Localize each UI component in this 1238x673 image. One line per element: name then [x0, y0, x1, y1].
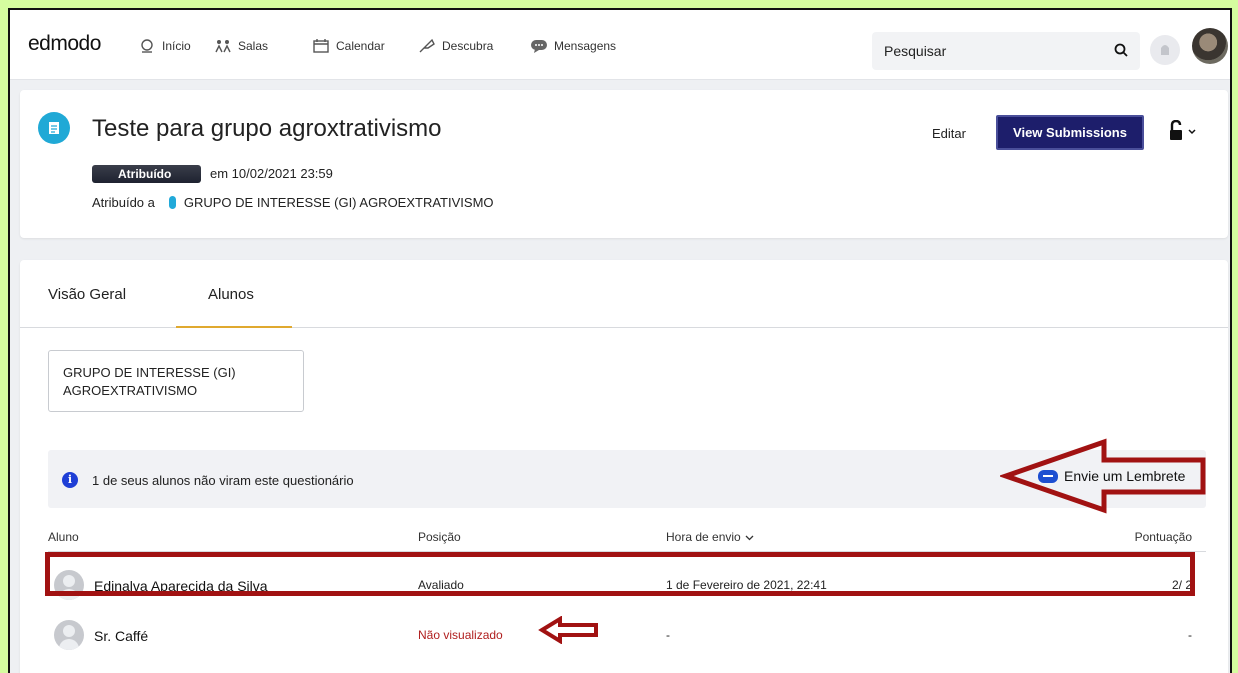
search-box[interactable] — [872, 32, 1140, 70]
tabs-bar: Visão Geral Alunos — [20, 260, 1228, 328]
edit-button[interactable]: Editar — [932, 126, 966, 141]
sort-chevron-icon — [745, 535, 754, 540]
nav-calendar[interactable]: Calendar — [312, 38, 385, 54]
nav-classes[interactable]: Salas — [214, 38, 268, 54]
view-submissions-button[interactable]: View Submissions — [996, 115, 1144, 150]
nav-calendar-label: Calendar — [336, 39, 385, 53]
nav-home-label: Início — [162, 39, 191, 53]
student-sent-time: - — [666, 628, 670, 642]
calendar-icon — [313, 39, 329, 53]
group-selector-line1: GRUPO DE INTERESSE (GI) — [63, 365, 236, 380]
assigned-to-label: Atribuído a — [92, 195, 155, 210]
top-navigation-bar: edmodo Início Salas Calendar Descubra Me… — [10, 10, 1230, 80]
nav-classes-label: Salas — [238, 39, 269, 53]
assignment-title: Teste para grupo agroxtrativismo — [92, 115, 442, 142]
header-sent-time-label: Hora de envio — [666, 530, 741, 544]
edmodo-logo[interactable]: edmodo — [28, 32, 101, 56]
due-date: em 10/02/2021 23:59 — [210, 166, 333, 181]
discover-icon — [419, 38, 435, 53]
nav-messages[interactable]: Mensagens — [530, 38, 616, 54]
user-avatar[interactable] — [1192, 28, 1228, 64]
header-student: Aluno — [48, 530, 79, 544]
assigned-to-line: Atribuído a GRUPO DE INTERESSE (GI) AGRO… — [92, 195, 494, 210]
nav-discover-label: Descubra — [442, 39, 494, 53]
table-row[interactable]: Sr. Caffé Não visualizado - - — [48, 612, 1206, 658]
student-score: - — [1188, 628, 1192, 642]
group-selector-line2: AGROEXTRATIVISMO — [63, 383, 198, 398]
lock-menu-button[interactable] — [1168, 120, 1196, 142]
bell-icon — [1161, 45, 1169, 55]
header-position: Posição — [418, 530, 461, 544]
unlock-icon — [1170, 120, 1182, 140]
assigned-group-link[interactable]: GRUPO DE INTERESSE (GI) AGROEXTRATIVISMO — [184, 195, 494, 210]
classes-icon — [215, 40, 231, 53]
home-icon — [141, 39, 153, 53]
group-color-icon — [168, 196, 176, 209]
search-input[interactable] — [884, 43, 1094, 59]
notice-text: 1 de seus alunos não viram este question… — [92, 473, 354, 488]
tab-students[interactable]: Alunos — [208, 286, 254, 303]
header-sent-time[interactable]: Hora de envio — [666, 530, 754, 544]
notifications-button[interactable] — [1150, 35, 1180, 65]
highlight-box-annotation — [45, 552, 1195, 596]
header-score: Pontuação — [1134, 530, 1192, 544]
messages-icon — [531, 40, 547, 53]
group-selector[interactable]: GRUPO DE INTERESSE (GI) AGROEXTRATIVISMO — [48, 350, 304, 412]
active-tab-indicator — [176, 326, 292, 328]
nav-messages-label: Mensagens — [554, 39, 617, 53]
chevron-down-icon — [1188, 129, 1196, 135]
student-position: Não visualizado — [418, 628, 503, 642]
arrow-annotation-reminder — [1000, 438, 1206, 514]
table-header: Aluno Posição Hora de envio Pontuação — [48, 522, 1206, 552]
info-icon: i — [62, 472, 78, 488]
nav-discover[interactable]: Descubra — [418, 38, 493, 54]
student-avatar — [54, 620, 84, 650]
status-badge: Atribuído — [92, 165, 201, 183]
nav-home[interactable]: Início — [138, 38, 191, 54]
search-icon[interactable] — [1114, 43, 1128, 57]
arrow-annotation-unseen — [538, 616, 598, 644]
assignment-icon — [38, 112, 70, 144]
student-name[interactable]: Sr. Caffé — [94, 628, 148, 644]
tab-overview[interactable]: Visão Geral — [48, 286, 126, 303]
assignment-header-card: Teste para grupo agroxtrativismo Atribuí… — [20, 90, 1228, 238]
